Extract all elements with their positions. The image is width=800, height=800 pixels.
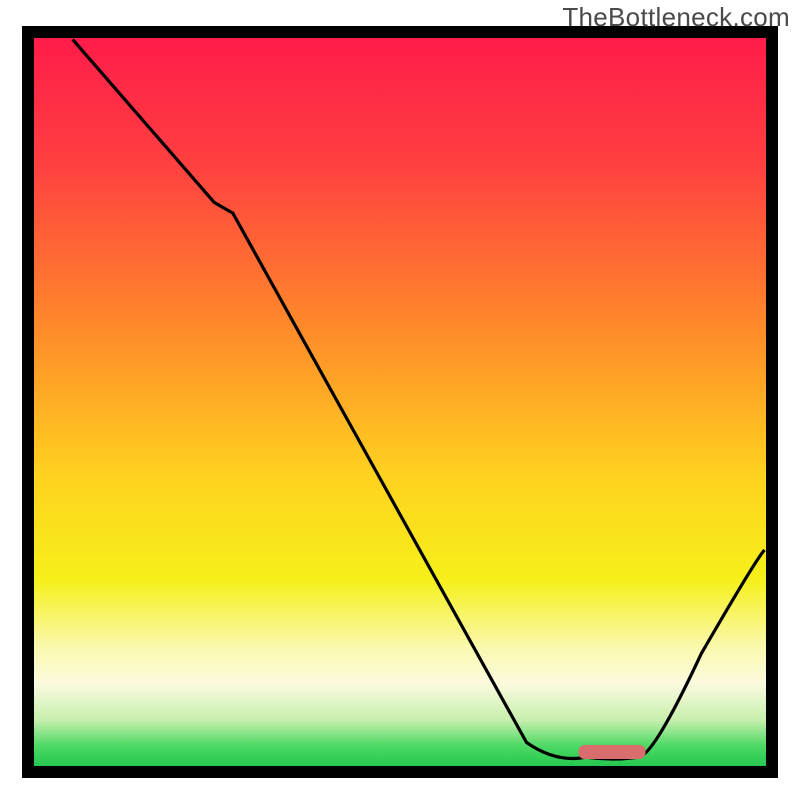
bottleneck-plot <box>0 0 800 800</box>
heat-gradient <box>28 32 772 772</box>
optimal-range-marker <box>579 745 646 759</box>
chart-frame: TheBottleneck.com <box>0 0 800 800</box>
watermark-text: TheBottleneck.com <box>562 2 790 33</box>
